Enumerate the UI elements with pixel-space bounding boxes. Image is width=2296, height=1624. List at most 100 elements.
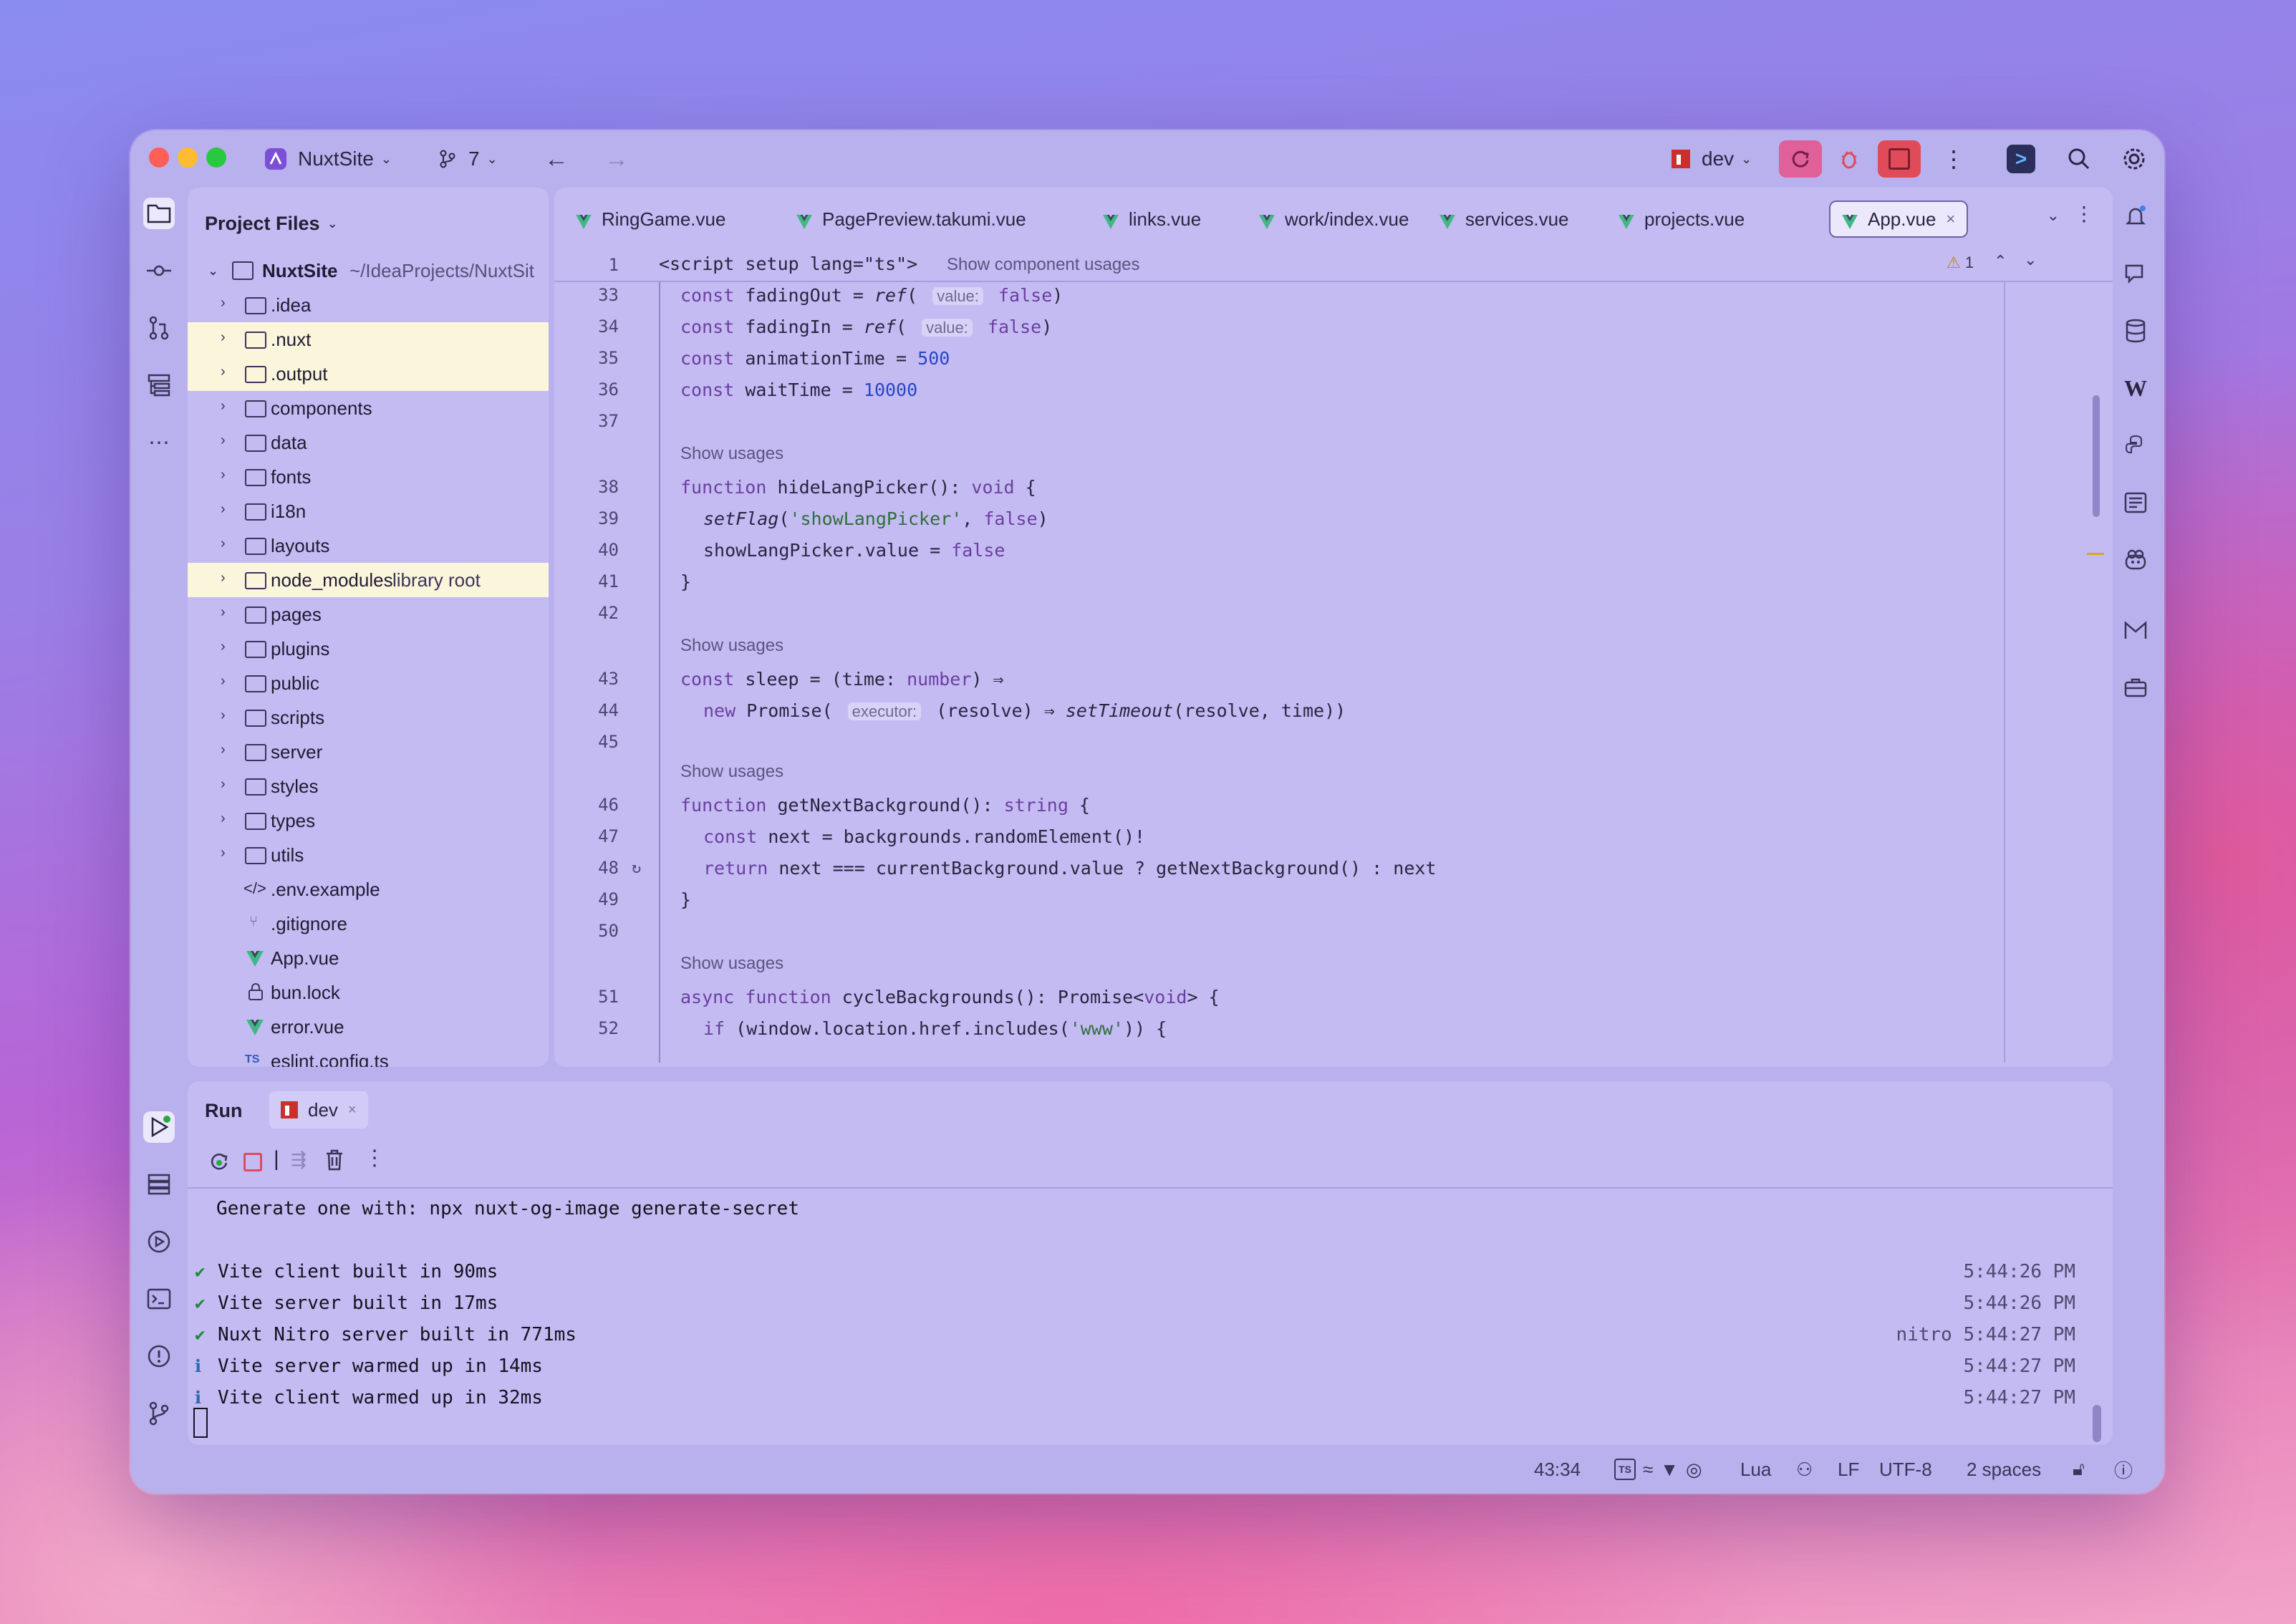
rerun-tool-button[interactable] [208,1150,231,1176]
run-more-button[interactable]: ⋮ [364,1146,385,1171]
pull-requests-tool-button[interactable] [143,312,175,344]
toolbox-button[interactable] [2120,672,2151,703]
chevron-right-icon[interactable]: › [221,364,226,380]
prev-highlight-button[interactable]: ⌃ [1994,252,2007,271]
tree-folder-row[interactable]: › fonts [188,460,549,494]
code-line[interactable]: 46 function getNextBackground(): string { [554,789,2113,821]
chevron-right-icon[interactable]: › [221,673,226,690]
soft-wrap-button[interactable]: ⇶ [291,1149,307,1171]
editor-tab-active[interactable]: App.vue × [1829,200,1969,238]
terminal-tool-button[interactable] [143,1283,175,1315]
encoding-selector[interactable]: UTF-8 [1879,1458,1932,1481]
editor-tab[interactable]: projects.vue [1619,202,1745,236]
code-line[interactable]: 38 function hideLangPicker(): void { [554,471,2113,503]
chevron-right-icon[interactable]: › [221,398,226,415]
tree-file-row[interactable]: </> .env.example [188,872,549,907]
code-line[interactable]: 35 const animationTime = 500 [554,342,2113,374]
tabs-dropdown-button[interactable]: ⌄ [2047,206,2060,225]
code-line[interactable]: 50 [554,915,2113,947]
editor-tab[interactable]: work/index.vue [1259,202,1409,236]
tree-folder-row[interactable]: › components [188,391,549,425]
tree-folder-row[interactable]: › data [188,425,549,460]
more-actions-button[interactable]: ⋮ [1942,143,1965,175]
tree-folder-row[interactable]: › plugins [188,632,549,666]
chevron-right-icon[interactable]: › [221,432,226,449]
recursion-gutter-icon[interactable]: ↻ [632,859,641,877]
tree-folder-row[interactable]: › layouts [188,528,549,563]
code-line[interactable]: 48 return next === currentBackground.valu… [554,852,2113,884]
notifications-button[interactable] [2120,200,2151,232]
chevron-right-icon[interactable]: › [221,570,226,586]
clear-output-button[interactable] [324,1149,345,1175]
project-panel-header[interactable]: Project Files ⌄ [205,202,338,245]
show-component-usages-link[interactable]: Show component usages [947,255,1140,275]
zoom-window-button[interactable] [206,148,226,168]
wakatime-button[interactable]: W [2120,372,2151,404]
git-tool-button[interactable] [143,1398,175,1429]
code-line[interactable]: 34 const fadingIn = ref( value: false) [554,311,2113,342]
commit-tool-button[interactable] [143,255,175,286]
debug-button[interactable] [1838,143,1861,175]
console-scrollbar[interactable] [2093,1405,2101,1442]
code-line[interactable]: 47 const next = backgrounds.randomElement… [554,821,2113,852]
console-cursor[interactable] [193,1408,208,1438]
run-tool-button[interactable] [143,1111,175,1143]
project-tool-button[interactable] [143,198,175,229]
code-line[interactable]: 52 if (window.location.href.includes('www… [554,1012,2113,1044]
language-selector[interactable]: Lua [1740,1458,1771,1481]
tree-folder-row[interactable]: › .nuxt [188,322,549,357]
show-usages-hint[interactable]: Show usages [554,948,2113,980]
inspections-widget[interactable]: ⚇ [1796,1458,1813,1481]
minimize-window-button[interactable] [178,148,198,168]
tree-file-row[interactable]: error.vue [188,1010,549,1044]
show-usages-hint[interactable]: Show usages [554,756,2113,788]
gmail-button[interactable] [2120,614,2151,646]
show-usages-hint[interactable]: Show usages [554,630,2113,662]
readonly-toggle[interactable]: 🔓︎ [2073,1458,2085,1481]
chevron-right-icon[interactable]: › [221,639,226,655]
vcs-widget[interactable]: 7 ⌄ [438,143,498,175]
caret-position[interactable]: 43:34 [1534,1458,1581,1481]
chevron-right-icon[interactable]: › [221,501,226,518]
project-root-row[interactable]: ⌄ NuxtSite ~/IdeaProjects/NuxtSit [188,253,549,288]
run-tab-dev[interactable]: dev × [269,1091,368,1128]
database-button[interactable] [2120,315,2151,347]
tree-folder-row[interactable]: › .idea [188,288,549,322]
structure-tool-button[interactable] [143,369,175,401]
code-line[interactable]: 44 new Promise( executor: (resolve) ⇒ set… [554,695,2113,726]
chevron-right-icon[interactable]: › [221,776,226,793]
services-tool-button[interactable] [143,1169,175,1200]
ai-assistant-button[interactable]: > [2007,145,2035,173]
more-tools-button[interactable]: ⋯ [143,427,175,458]
tree-folder-row[interactable]: › styles [188,769,549,803]
tabs-more-button[interactable]: ⋮ [2074,202,2094,226]
tree-file-row[interactable]: bun.lock [188,975,549,1010]
stop-tool-button[interactable] [243,1153,262,1171]
project-switcher[interactable]: NuxtSite ⌄ [265,143,392,175]
chevron-right-icon[interactable]: › [221,536,226,552]
tree-file-row[interactable]: App.vue [188,941,549,975]
editor-tab[interactable]: services.vue [1439,202,1569,236]
close-icon[interactable]: × [348,1102,357,1118]
editor-tab[interactable]: PagePreview.takumi.vue [796,202,1026,236]
endpoints-button[interactable] [2120,487,2151,518]
warning-indicator[interactable]: ⚠ 1 [1947,253,1974,272]
code-line[interactable]: 40 showLangPicker.value = false [554,534,2113,566]
editor-tab[interactable]: links.vue [1103,202,1201,236]
code-line[interactable]: 36 const waitTime = 10000 [554,374,2113,405]
chevron-right-icon[interactable]: › [221,295,226,311]
tree-file-row[interactable]: ⑂ .gitignore [188,907,549,941]
stop-button[interactable] [1878,140,1921,178]
code-line[interactable]: 42 [554,597,2113,629]
tree-file-row[interactable]: TS eslint.config.ts [188,1044,549,1068]
copilot-button[interactable] [2120,544,2151,576]
run-config-selector[interactable]: dev ⌄ [1672,143,1752,175]
tree-folder-row[interactable]: › node_modules library root [188,563,549,597]
code-line[interactable]: 39 setFlag('showLangPicker', false) [554,503,2113,534]
search-button[interactable] [2067,143,2091,175]
code-line[interactable]: 51 async function cycleBackgrounds(): Pro… [554,981,2113,1012]
chevron-right-icon[interactable]: › [221,811,226,827]
chevron-right-icon[interactable]: › [221,329,226,346]
chevron-right-icon[interactable]: › [221,742,226,758]
editor-tab[interactable]: RingGame.vue [576,202,725,236]
